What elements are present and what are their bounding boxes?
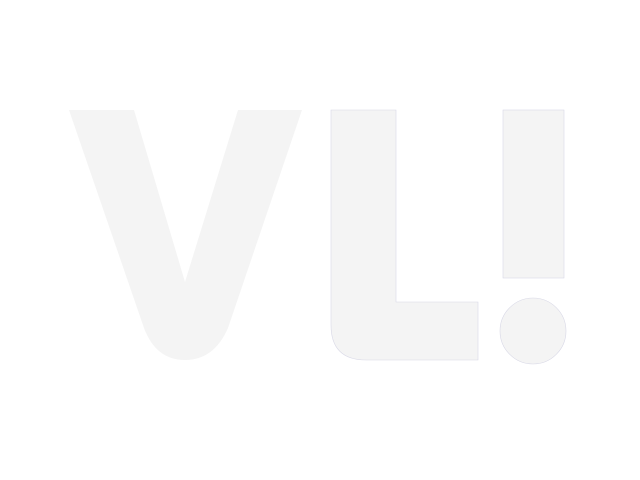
letter-v-shape	[69, 110, 302, 360]
logo-canvas: VL!	[0, 0, 640, 480]
vl-exclamation-logo	[69, 109, 567, 365]
exclamation-bar-shape	[502, 109, 565, 279]
exclamation-dot-shape	[499, 297, 567, 365]
letter-l-shape	[330, 109, 479, 361]
